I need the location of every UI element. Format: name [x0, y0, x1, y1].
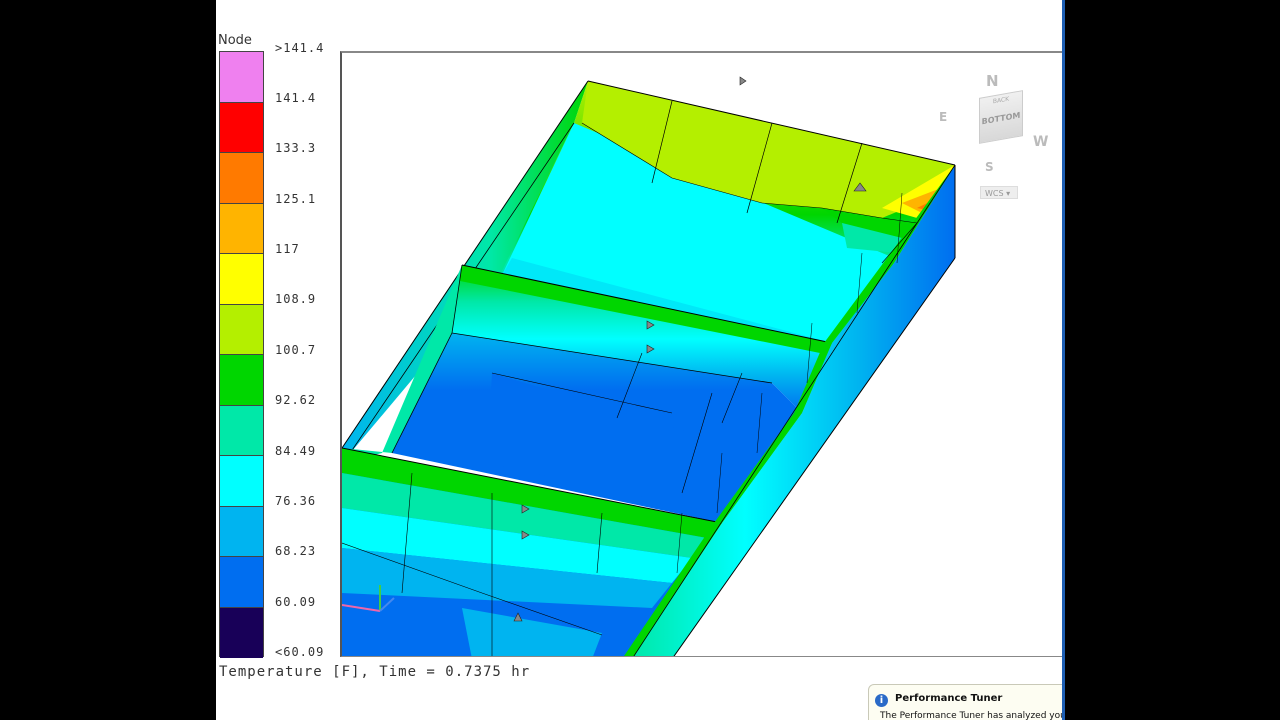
legend-label: 68.23 [275, 544, 317, 558]
legend-swatch [220, 203, 263, 254]
application-window: Node >141.4 141.4 133.3 125.1 117 108.9 … [216, 0, 1062, 720]
compass-east[interactable]: E [939, 110, 947, 124]
wcs-dropdown[interactable]: WCS ▾ [980, 186, 1018, 199]
legend-label: 141.4 [275, 91, 317, 105]
viewcube-box[interactable]: BACK BOTTOM [979, 90, 1023, 144]
legend-label: >141.4 [275, 41, 325, 55]
legend-label: 92.62 [275, 393, 317, 407]
wcs-label: WCS [985, 189, 1004, 198]
legend-swatch [220, 153, 263, 204]
legend-swatch [220, 405, 263, 456]
notification-title: Performance Tuner [895, 693, 1003, 704]
legend-swatch [220, 557, 263, 608]
legend-label: 76.36 [275, 494, 317, 508]
desktop-edge [1062, 0, 1065, 720]
legend-label: 100.7 [275, 343, 317, 357]
legend-swatch [220, 304, 263, 355]
legend-title: Node [218, 33, 252, 48]
legend-label: 84.49 [275, 444, 317, 458]
viewcube[interactable]: N E W S BACK BOTTOM [939, 72, 1061, 174]
performance-tuner-notification[interactable]: i Performance Tuner The Performance Tune… [868, 684, 1062, 720]
viewcube-back-face[interactable]: BACK [980, 93, 1022, 107]
legend-label: <60.09 [275, 645, 325, 659]
viewcube-bottom-face[interactable]: BOTTOM [980, 110, 1022, 127]
info-icon: i [875, 694, 888, 707]
legend-label: 60.09 [275, 595, 317, 609]
legend-swatch [220, 506, 263, 557]
legend-swatch [220, 355, 263, 406]
legend-label: 133.3 [275, 141, 317, 155]
result-caption: Temperature [F], Time = 0.7375 hr [219, 664, 531, 680]
legend-label: 125.1 [275, 192, 317, 206]
model-viewport[interactable] [340, 51, 1062, 657]
legend-swatch [220, 456, 263, 507]
legend-swatch [220, 52, 263, 103]
legend-swatch [220, 254, 263, 305]
legend-label: 117 [275, 242, 300, 256]
notification-message: The Performance Tuner has analyzed your … [880, 711, 1062, 720]
fea-model-render [342, 76, 956, 656]
legend-label: 108.9 [275, 292, 317, 306]
legend-swatch [220, 607, 263, 658]
legend-swatch [220, 102, 263, 153]
color-legend [219, 51, 264, 658]
compass-north[interactable]: N [986, 72, 999, 90]
compass-south[interactable]: S [985, 160, 994, 174]
compass-west[interactable]: W [1033, 134, 1048, 150]
